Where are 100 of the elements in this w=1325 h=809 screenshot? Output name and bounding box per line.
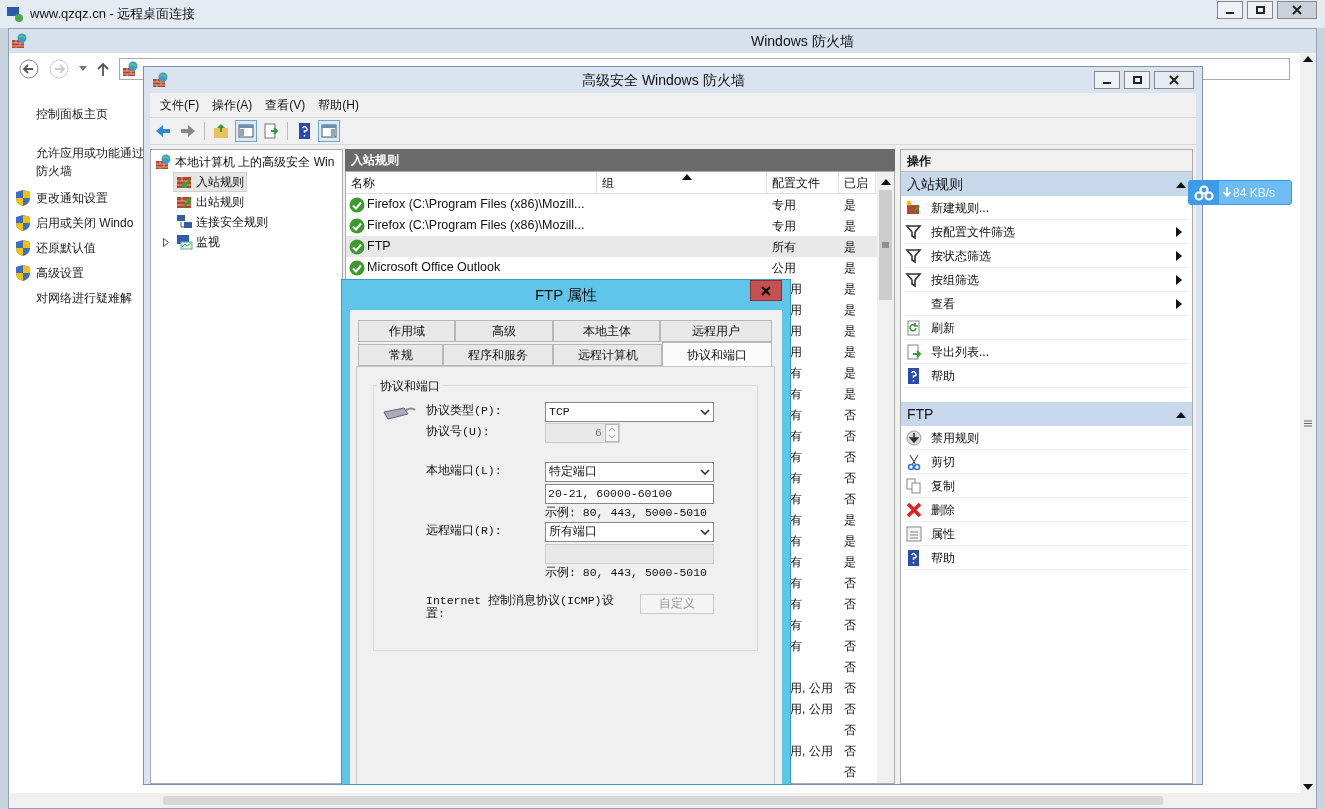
port-select[interactable]: 特定端口 bbox=[545, 462, 714, 482]
minimize-button[interactable] bbox=[1217, 1, 1243, 19]
table-cell: 否 bbox=[844, 680, 856, 695]
section-header[interactable]: 入站规则 bbox=[901, 172, 1192, 196]
scroll-up-icon bbox=[1303, 55, 1313, 62]
tree-item[interactable]: 监视 bbox=[173, 232, 223, 252]
action-item[interactable]: 按状态筛选 bbox=[931, 246, 991, 265]
back-icon[interactable] bbox=[19, 59, 39, 79]
shield-icon bbox=[15, 239, 31, 257]
sidebar-link[interactable]: 更改通知设置 bbox=[36, 189, 144, 207]
tree-item[interactable]: 出站规则 bbox=[173, 192, 247, 212]
horizontal-scrollbar[interactable] bbox=[9, 793, 1316, 808]
port-input[interactable]: 20-21, 60000-60100 bbox=[545, 484, 714, 504]
outbound-rules-icon bbox=[176, 194, 193, 210]
column-header[interactable]: 组 bbox=[597, 172, 767, 193]
sidebar-link[interactable]: 对网络进行疑难解 bbox=[36, 289, 144, 307]
tab[interactable]: 协议和端口 bbox=[662, 342, 772, 366]
monitor-icon bbox=[176, 234, 193, 250]
action-item[interactable]: 导出列表... bbox=[931, 342, 989, 361]
sidebar-link[interactable]: 还原默认值 bbox=[36, 239, 144, 257]
action-item[interactable]: 按配置文件筛选 bbox=[931, 222, 1015, 241]
menu-item[interactable]: 文件(F) bbox=[160, 96, 200, 114]
table-cell-text: FTP bbox=[367, 238, 391, 256]
menu-item[interactable]: 查看(V) bbox=[265, 96, 306, 114]
field-label: 远程端口(R): bbox=[426, 523, 503, 539]
tab[interactable]: 程序和服务 bbox=[443, 344, 553, 366]
close-button[interactable] bbox=[1154, 71, 1194, 89]
vertical-scrollbar[interactable] bbox=[1300, 53, 1316, 793]
close-icon bbox=[1292, 5, 1302, 15]
filter-icon bbox=[905, 270, 923, 289]
scissors-icon bbox=[905, 452, 923, 471]
sidebar-link[interactable]: 高级设置 bbox=[36, 264, 144, 282]
tab[interactable]: 高级 bbox=[455, 320, 553, 342]
tree-item[interactable]: 入站规则 bbox=[173, 172, 247, 192]
table-cell-text: Microsoft Office Outlook bbox=[367, 259, 501, 277]
chevron-down-icon bbox=[700, 468, 710, 476]
delete-icon bbox=[905, 500, 923, 519]
pane-header: 入站规则 bbox=[345, 149, 895, 171]
action-item[interactable]: 查看 bbox=[931, 294, 955, 313]
table-cell-text: Firefox (C:\Program Files (x86)\Mozill... bbox=[367, 217, 585, 235]
column-header[interactable]: 名称 bbox=[346, 172, 597, 193]
show-tree-icon[interactable] bbox=[235, 120, 257, 142]
vertical-scrollbar[interactable] bbox=[877, 172, 894, 783]
example-text: 示例: 80, 443, 5000-5010 bbox=[545, 505, 709, 521]
table-cell: 否 bbox=[844, 575, 856, 590]
table-cell: 有 bbox=[790, 554, 802, 569]
expand-icon[interactable] bbox=[163, 237, 169, 247]
dropdown-icon[interactable] bbox=[79, 66, 87, 72]
action-item[interactable]: 复制 bbox=[931, 476, 955, 495]
table-cell: 有 bbox=[790, 449, 802, 464]
submenu-arrow-icon bbox=[1176, 274, 1182, 285]
action-item[interactable]: 删除 bbox=[931, 500, 955, 519]
submenu-arrow-icon bbox=[1176, 250, 1182, 261]
table-cell: 用 bbox=[790, 281, 802, 296]
close-icon bbox=[1169, 75, 1179, 85]
tab[interactable]: 常规 bbox=[358, 344, 443, 366]
refresh-icon bbox=[905, 318, 923, 337]
table-cell: 是 bbox=[844, 197, 856, 212]
table-cell: 否 bbox=[844, 764, 856, 779]
up-arrow-icon[interactable] bbox=[97, 62, 109, 76]
table-cell: 有 bbox=[790, 512, 802, 527]
minimize-button[interactable] bbox=[1094, 71, 1120, 89]
table-cell: 否 bbox=[844, 407, 856, 422]
table-cell: 有 bbox=[790, 575, 802, 590]
table-cell: 用 bbox=[790, 302, 802, 317]
action-item[interactable]: 属性 bbox=[931, 524, 955, 543]
table-cell: 否 bbox=[844, 428, 856, 443]
close-button[interactable] bbox=[1277, 1, 1317, 19]
action-item[interactable]: 帮助 bbox=[931, 366, 955, 385]
field-label: 协议类型(P): bbox=[426, 403, 503, 419]
show-actions-icon[interactable] bbox=[318, 120, 340, 142]
column-header[interactable]: 已启 bbox=[839, 172, 876, 193]
column-header[interactable]: 配置文件 bbox=[767, 172, 839, 193]
menu-item[interactable]: 操作(A) bbox=[212, 96, 253, 114]
inbound-rules-icon bbox=[176, 174, 193, 190]
maximize-button[interactable] bbox=[1124, 71, 1150, 89]
action-item[interactable]: 帮助 bbox=[931, 548, 955, 567]
sidebar-link[interactable]: 控制面板主页 bbox=[36, 105, 144, 123]
action-item[interactable]: 禁用规则 bbox=[931, 428, 979, 447]
sidebar-link[interactable]: 允许应用或功能通过防火墙 bbox=[36, 144, 144, 180]
maximize-button[interactable] bbox=[1247, 1, 1273, 19]
table-cell: 专用 bbox=[772, 218, 796, 233]
protocol-type-select[interactable]: TCP bbox=[545, 402, 714, 422]
table-cell-text: Firefox (C:\Program Files (x86)\Mozill... bbox=[367, 196, 585, 214]
action-item[interactable]: 剪切 bbox=[931, 452, 955, 471]
cable-icon bbox=[382, 404, 416, 422]
action-item[interactable]: 刷新 bbox=[931, 318, 955, 337]
table-cell: 是 bbox=[844, 344, 856, 359]
section-header[interactable]: FTP bbox=[901, 402, 1192, 426]
tab[interactable]: 作用域 bbox=[358, 320, 455, 342]
menu-item[interactable]: 帮助(H) bbox=[318, 96, 359, 114]
tab[interactable]: 远程用户 bbox=[660, 320, 772, 342]
tree-item[interactable]: 连接安全规则 bbox=[173, 212, 271, 232]
tab[interactable]: 本地主体 bbox=[553, 320, 660, 342]
action-item[interactable]: 新建规则... bbox=[931, 198, 989, 217]
tree-item[interactable]: 本地计算机 上的高级安全 Win bbox=[175, 153, 335, 171]
table-cell: 否 bbox=[844, 638, 856, 653]
action-item[interactable]: 按组筛选 bbox=[931, 270, 979, 289]
tab[interactable]: 远程计算机 bbox=[553, 344, 662, 366]
sidebar-link[interactable]: 启用或关闭 Windo bbox=[36, 214, 144, 232]
